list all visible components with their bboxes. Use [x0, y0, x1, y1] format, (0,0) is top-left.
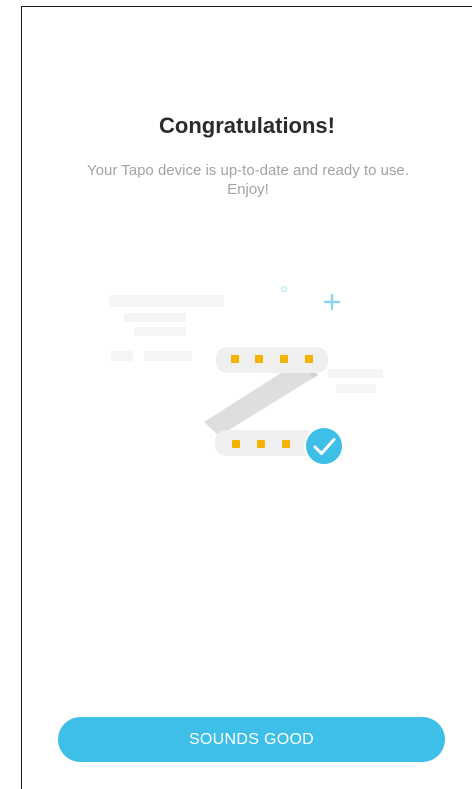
app-screen: Congratulations! Your Tapo device is up-…	[21, 6, 472, 789]
light-strip-success-illustration	[109, 285, 383, 466]
background-decor	[109, 295, 383, 393]
page-title: Congratulations!	[159, 113, 335, 138]
checkmark-badge-icon	[304, 426, 344, 466]
sounds-good-button[interactable]: SOUNDS GOOD	[58, 717, 445, 762]
success-message: Your Tapo device is up-to-date and ready…	[87, 162, 409, 198]
sparkle-plus-icon	[280, 285, 341, 311]
